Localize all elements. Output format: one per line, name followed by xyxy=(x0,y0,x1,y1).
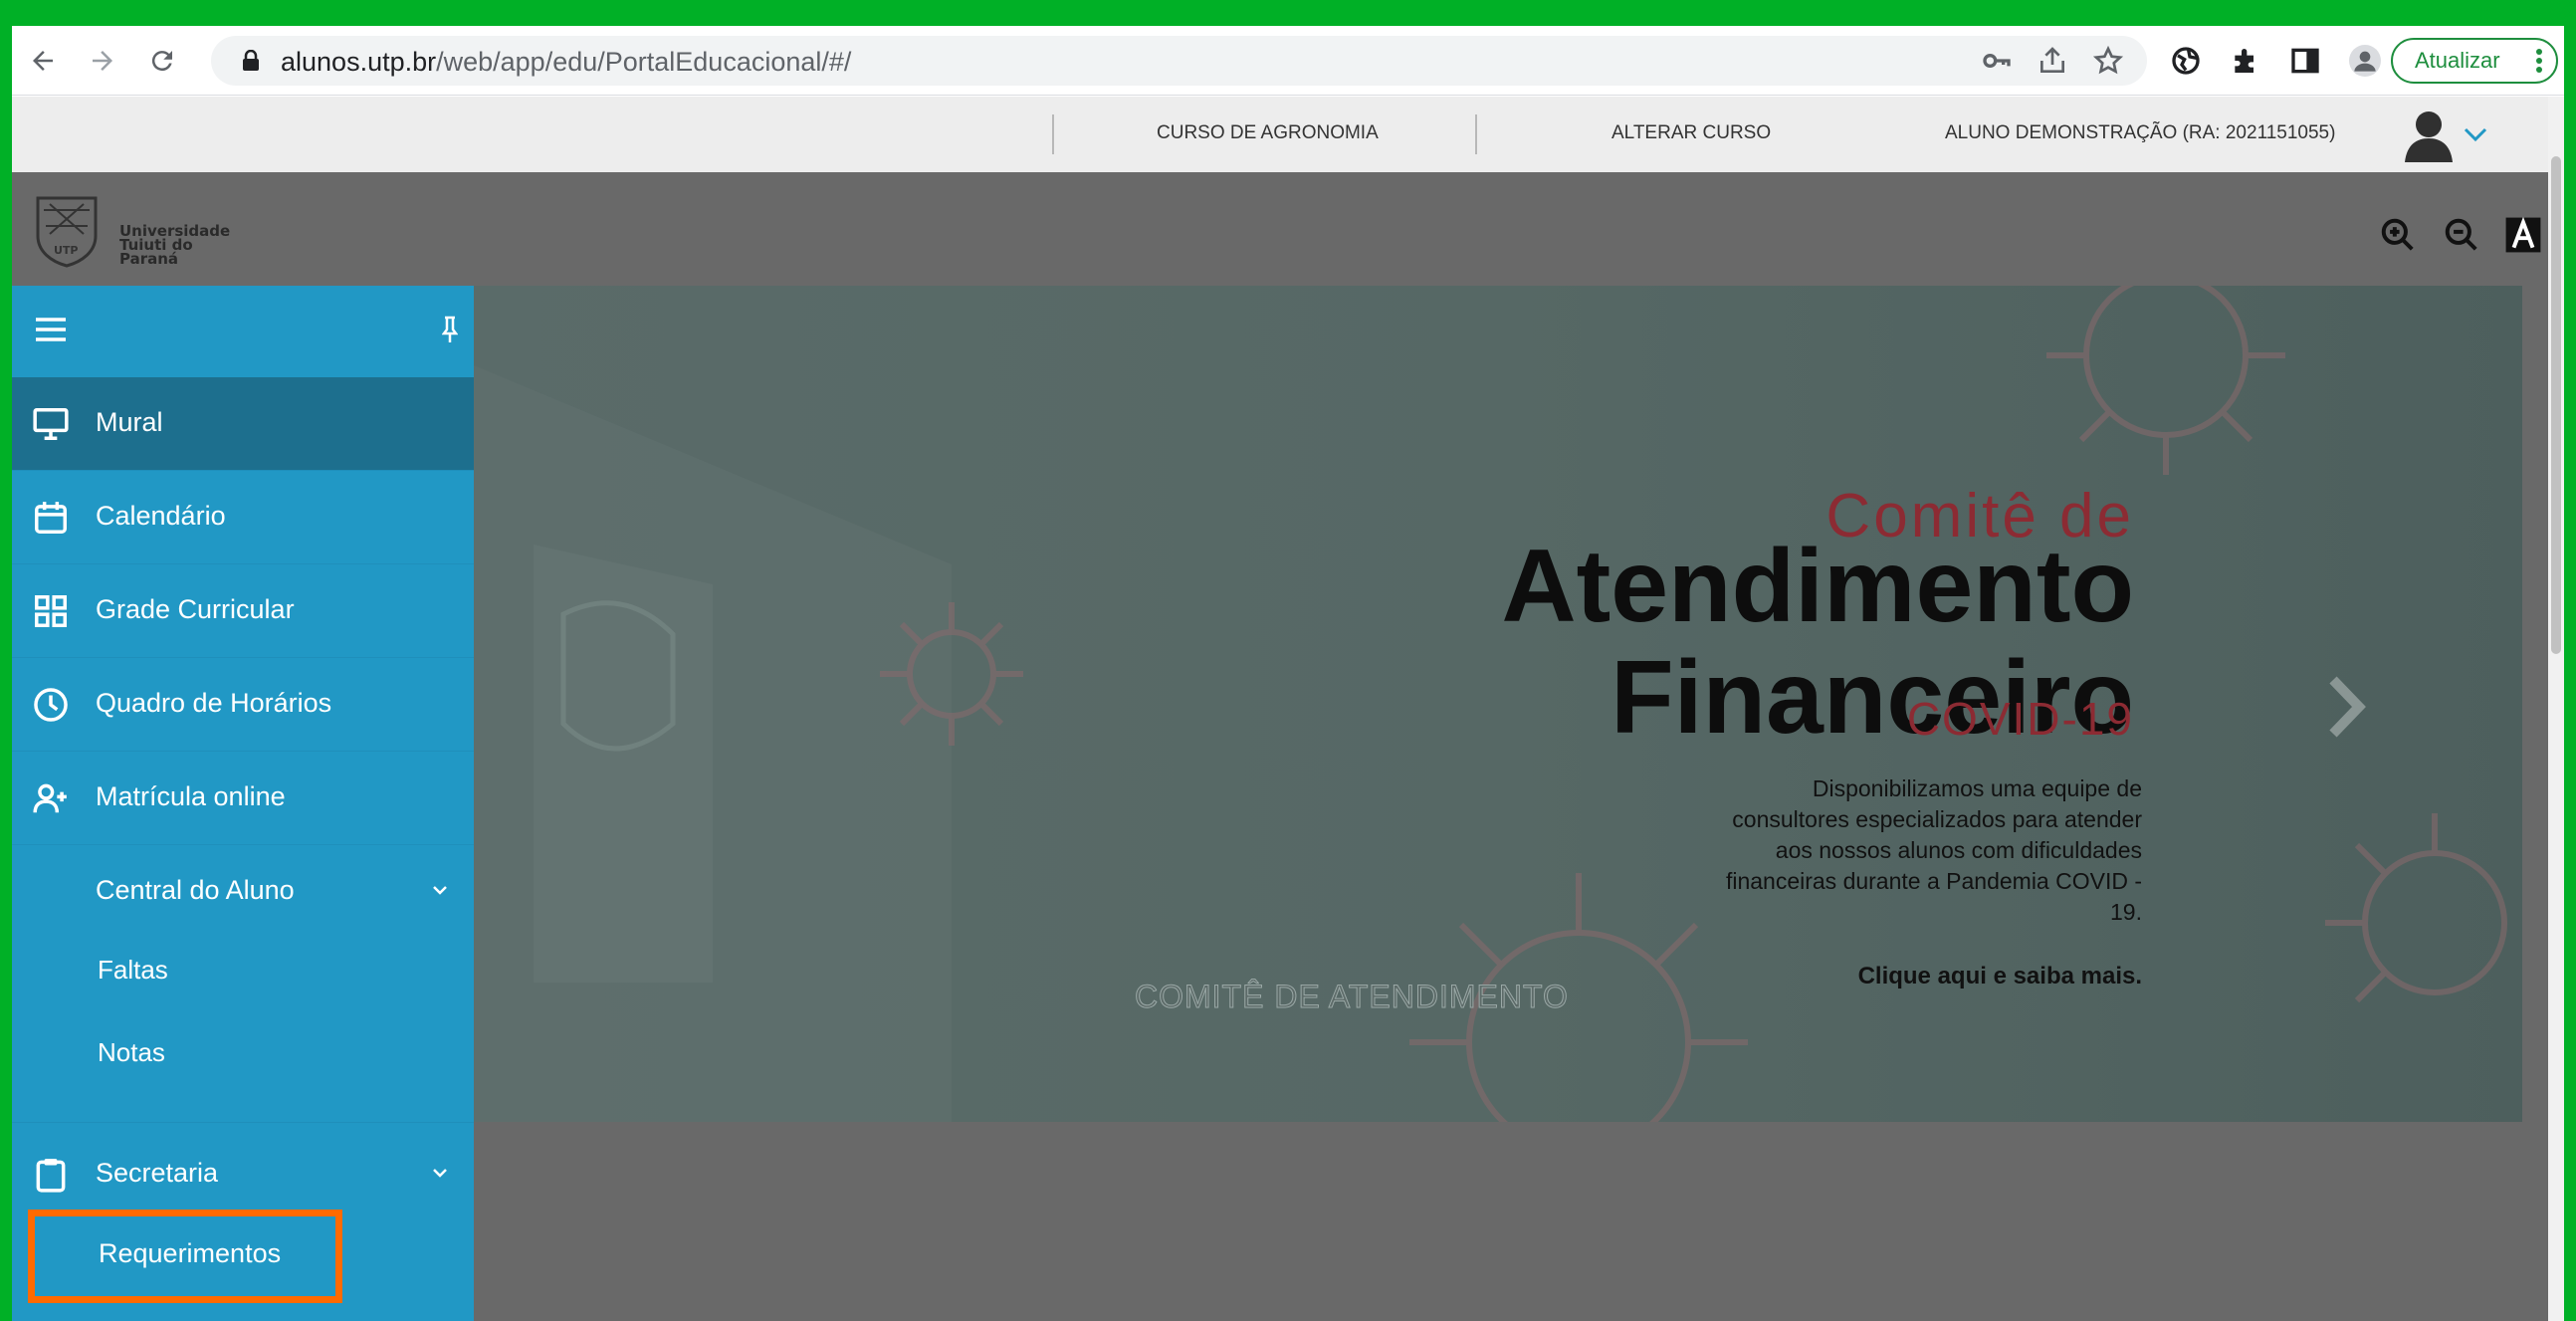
sidebar-item-mural[interactable]: Mural xyxy=(12,377,474,471)
logo-bar: UTP Universidade Tuiuti do Paraná xyxy=(12,172,2548,286)
hamburger-menu-icon[interactable] xyxy=(34,316,68,343)
sidebar-item-central-do-aluno[interactable]: Central do Aluno xyxy=(12,845,474,939)
sidebar-item-secretaria[interactable]: Secretaria xyxy=(12,1128,474,1221)
divider xyxy=(12,1122,474,1123)
contrast-icon[interactable] xyxy=(2504,216,2542,254)
profile-icon[interactable] xyxy=(2349,45,2381,77)
side-panel-icon[interactable] xyxy=(2289,45,2321,77)
chevron-right-icon[interactable] xyxy=(2327,674,2367,740)
sidebar-item-label: Mural xyxy=(96,407,163,437)
sidebar-subitem-faltas[interactable]: Faltas xyxy=(98,955,168,986)
kebab-menu-icon xyxy=(2536,49,2542,73)
svg-text:UTP: UTP xyxy=(54,244,79,257)
sidebar-subitem-notas[interactable]: Notas xyxy=(98,1037,165,1068)
divider xyxy=(1052,114,1054,154)
sidebar-item-quadro-de-horarios[interactable]: Quadro de Horários xyxy=(12,658,474,752)
user-avatar-icon[interactable] xyxy=(2401,107,2457,162)
sidebar-item-label: Grade Curricular xyxy=(96,594,295,624)
banner-title-atendimento: Atendimento xyxy=(1501,529,2134,644)
sidebar-item-label: Secretaria xyxy=(96,1158,219,1188)
url-path: /web/app/edu/PortalEducacional/#/ xyxy=(436,47,852,77)
forward-button[interactable] xyxy=(80,38,125,84)
reload-icon xyxy=(151,51,172,72)
chevron-down-icon xyxy=(433,886,447,895)
reload-button[interactable] xyxy=(139,38,185,84)
sidebar-item-label: Quadro de Horários xyxy=(96,688,332,718)
star-icon[interactable] xyxy=(2092,45,2124,77)
covid-banner[interactable]: Comitê de Atendimento Financeiro COVID-1… xyxy=(474,286,2522,1122)
key-icon[interactable] xyxy=(1981,45,2013,77)
change-course-link[interactable]: ALTERAR CURSO xyxy=(1611,122,1771,144)
pin-icon[interactable] xyxy=(442,316,458,343)
scrollbar-thumb[interactable] xyxy=(2551,156,2561,654)
globe-extension-icon[interactable] xyxy=(2170,45,2202,77)
banner-description: Disponibilizamos uma equipe de consultor… xyxy=(1725,775,2142,925)
url-host: alunos.utp.br xyxy=(281,47,437,77)
browser-window: alunos.utp.br/web/app/edu/PortalEducacio… xyxy=(12,26,2564,1321)
lock-icon xyxy=(243,50,259,71)
zoom-out-icon[interactable] xyxy=(2443,216,2480,254)
arrow-right-icon xyxy=(93,51,112,71)
university-logo[interactable]: UTP Universidade Tuiuti do Paraná xyxy=(32,190,251,270)
page-content: CURSO DE AGRONOMIA ALTERAR CURSO ALUNO D… xyxy=(12,97,2548,1321)
address-bar[interactable]: alunos.utp.br/web/app/edu/PortalEducacio… xyxy=(211,36,2147,86)
clipboard-icon xyxy=(36,1159,66,1193)
monitor-icon xyxy=(33,408,69,440)
sidebar-subitem-requerimentos[interactable]: Requerimentos xyxy=(28,1210,342,1303)
banner-cta-link[interactable]: Clique aqui e saiba mais. xyxy=(1858,963,2142,991)
sidebar-item-matricula-online[interactable]: Matrícula online xyxy=(12,752,474,845)
update-button[interactable]: Atualizar xyxy=(2391,38,2558,84)
calendar-icon xyxy=(35,502,67,534)
browser-toolbar: alunos.utp.br/web/app/edu/PortalEducacio… xyxy=(12,26,2564,96)
sidebar-item-grade-curricular[interactable]: Grade Curricular xyxy=(12,564,474,658)
sidebar-item-label: Requerimentos xyxy=(99,1238,282,1268)
sidebar-item-label: Matrícula online xyxy=(96,781,286,811)
portal-topbar: CURSO DE AGRONOMIA ALTERAR CURSO ALUNO D… xyxy=(12,97,2548,172)
sidebar: Mural Calendário Grade Curricular Quadro… xyxy=(12,286,474,1321)
course-name[interactable]: CURSO DE AGRONOMIA xyxy=(1157,122,1379,144)
back-button[interactable] xyxy=(20,38,66,84)
divider xyxy=(1475,114,1477,154)
share-icon[interactable] xyxy=(2037,45,2068,77)
update-label: Atualizar xyxy=(2415,48,2500,73)
banner-caption: COMITÊ DE ATENDIMENTO xyxy=(1135,979,1569,1015)
sidebar-header xyxy=(12,286,474,377)
scrollbar[interactable] xyxy=(2548,97,2564,1321)
student-name[interactable]: ALUNO DEMONSTRAÇÃO (RA: 2021151055) xyxy=(1945,122,2335,144)
chevron-down-icon xyxy=(433,1169,447,1178)
grid-icon xyxy=(35,595,67,627)
user-plus-icon xyxy=(33,783,67,813)
puzzle-icon[interactable] xyxy=(2230,45,2261,77)
arrow-left-icon xyxy=(33,51,53,71)
logo-text: Universidade Tuiuti do Paraná xyxy=(119,224,230,268)
sidebar-item-calendario[interactable]: Calendário xyxy=(12,471,474,564)
logo-line: Paraná xyxy=(119,250,179,268)
clock-icon xyxy=(34,688,68,722)
sidebar-item-label: Calendário xyxy=(96,501,226,531)
chevron-down-icon[interactable] xyxy=(2463,124,2488,144)
crest-icon: UTP xyxy=(36,196,98,268)
zoom-in-icon[interactable] xyxy=(2379,216,2417,254)
banner-covid: COVID-19 xyxy=(1906,693,2134,745)
url-text: alunos.utp.br/web/app/edu/PortalEducacio… xyxy=(281,47,851,78)
sidebar-item-label: Central do Aluno xyxy=(96,875,295,905)
